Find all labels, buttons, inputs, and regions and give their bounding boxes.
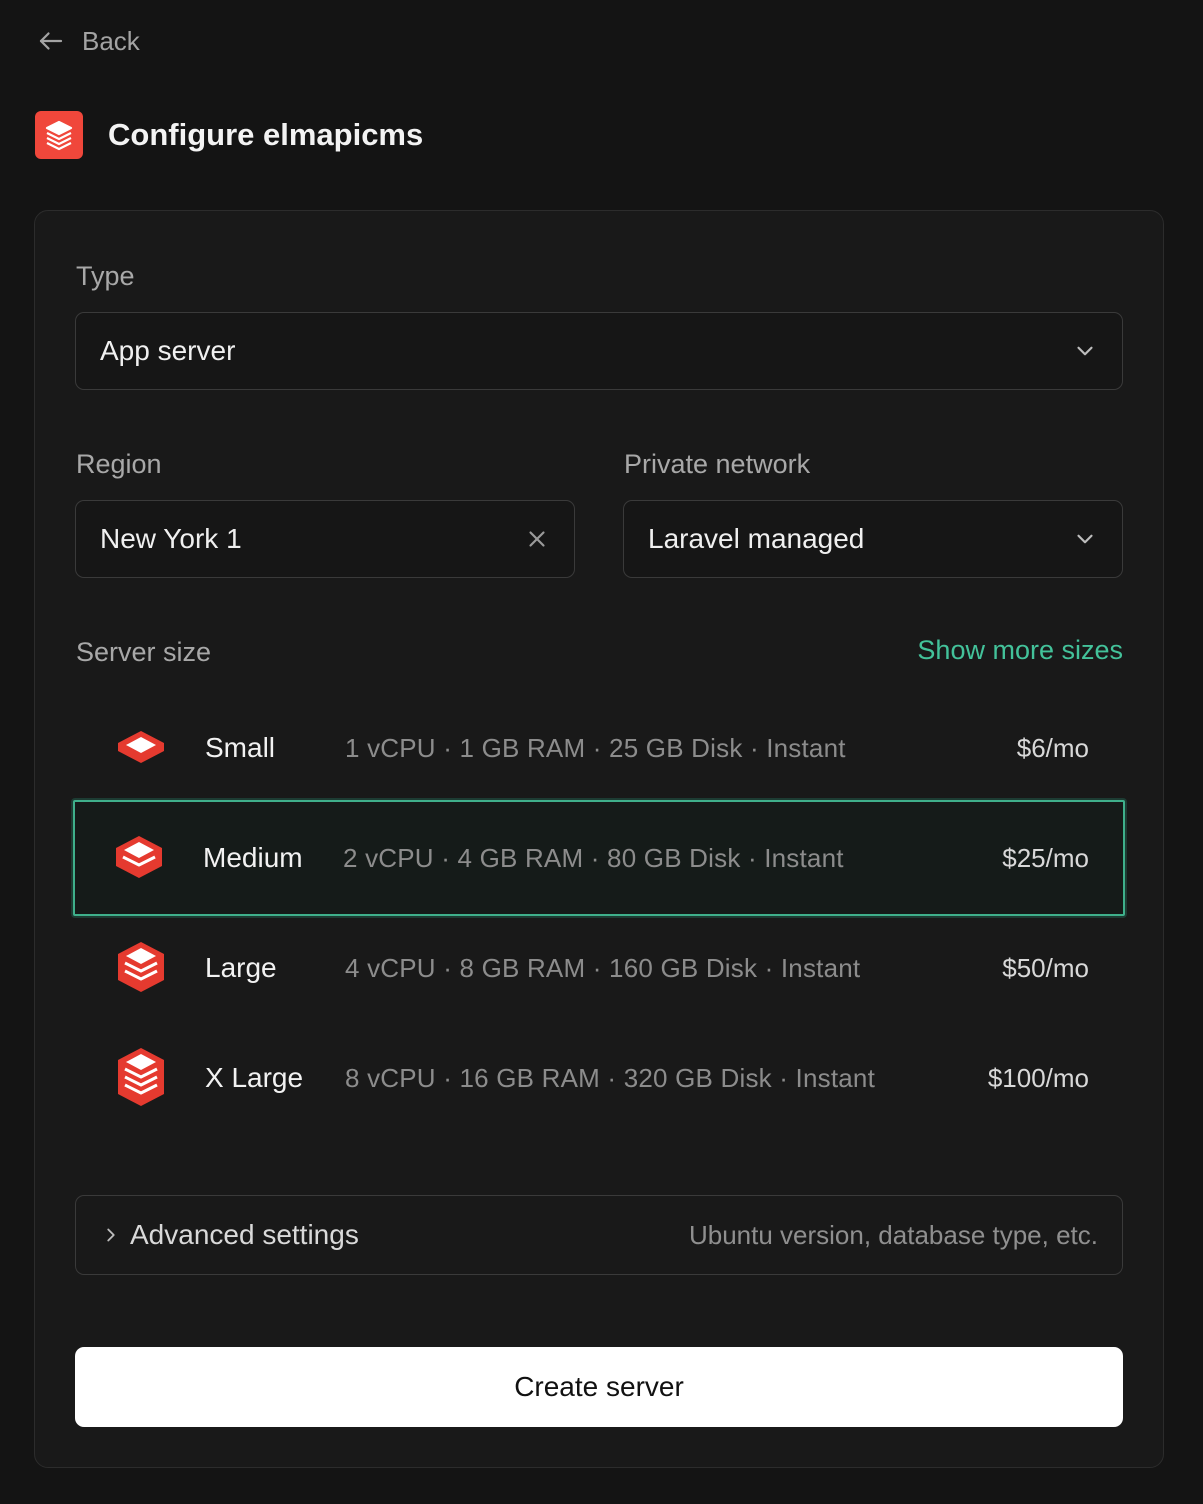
close-icon[interactable] bbox=[524, 526, 550, 552]
size-price: $50/mo bbox=[1002, 952, 1089, 983]
size-spec: 8 vCPU · 16 GB RAM · 320 GB Disk · Insta… bbox=[345, 1062, 875, 1093]
advanced-settings-toggle[interactable]: Advanced settings Ubuntu version, databa… bbox=[75, 1195, 1123, 1275]
region-select-value: New York 1 bbox=[100, 523, 242, 554]
server-size-label: Server size bbox=[76, 637, 212, 667]
show-more-sizes-link[interactable]: Show more sizes bbox=[917, 635, 1123, 666]
server-x-large-icon bbox=[115, 1046, 167, 1110]
region-label: Region bbox=[76, 449, 162, 479]
server-medium-icon bbox=[113, 826, 165, 890]
size-price: $100/mo bbox=[987, 1062, 1089, 1093]
size-name: Small bbox=[205, 732, 276, 763]
stack-logo-icon bbox=[45, 120, 73, 151]
size-spec: 4 vCPU · 8 GB RAM · 160 GB Disk · Instan… bbox=[345, 952, 861, 983]
private-network-select[interactable]: Laravel managed bbox=[623, 500, 1123, 578]
size-name: X Large bbox=[205, 1062, 304, 1093]
size-name: Medium bbox=[203, 842, 303, 873]
chevron-right-icon bbox=[107, 1228, 115, 1242]
size-option-medium[interactable]: Medium 2 vCPU · 4 GB RAM · 80 GB Disk · … bbox=[73, 800, 1125, 916]
configure-card: Type App server Region New York 1 Privat… bbox=[34, 210, 1164, 1468]
private-network-value: Laravel managed bbox=[648, 523, 865, 554]
chevron-down-icon bbox=[1077, 346, 1093, 356]
page-title: Configure elmapicms bbox=[108, 117, 424, 152]
advanced-settings-hint: Ubuntu version, database type, etc. bbox=[688, 1219, 1098, 1250]
advanced-settings-title: Advanced settings bbox=[130, 1219, 359, 1250]
size-price: $25/mo bbox=[1002, 842, 1089, 873]
type-label: Type bbox=[76, 261, 135, 291]
private-network-label: Private network bbox=[624, 449, 811, 479]
size-price: $6/mo bbox=[1016, 732, 1089, 763]
region-select[interactable]: New York 1 bbox=[75, 500, 575, 578]
type-select-value: App server bbox=[100, 335, 236, 366]
size-name: Large bbox=[205, 952, 277, 983]
arrow-left-icon bbox=[39, 32, 63, 50]
type-select[interactable]: App server bbox=[75, 312, 1123, 390]
size-option-small[interactable]: Small 1 vCPU · 1 GB RAM · 25 GB Disk · I… bbox=[75, 693, 1125, 803]
size-option-large[interactable]: Large 4 vCPU · 8 GB RAM · 160 GB Disk · … bbox=[75, 913, 1125, 1023]
page-header: Configure elmapicms bbox=[35, 110, 423, 160]
server-small-icon bbox=[115, 716, 167, 780]
server-large-icon bbox=[115, 936, 167, 1000]
size-spec: 1 vCPU · 1 GB RAM · 25 GB Disk · Instant bbox=[345, 732, 846, 763]
create-server-button[interactable]: Create server bbox=[75, 1347, 1123, 1427]
app-logo bbox=[35, 111, 83, 159]
back-label: Back bbox=[82, 25, 140, 56]
size-option-x-large[interactable]: X Large 8 vCPU · 16 GB RAM · 320 GB Disk… bbox=[75, 1023, 1125, 1133]
back-link[interactable]: Back bbox=[36, 24, 140, 58]
size-spec: 2 vCPU · 4 GB RAM · 80 GB Disk · Instant bbox=[343, 842, 844, 873]
chevron-down-icon bbox=[1077, 534, 1093, 544]
